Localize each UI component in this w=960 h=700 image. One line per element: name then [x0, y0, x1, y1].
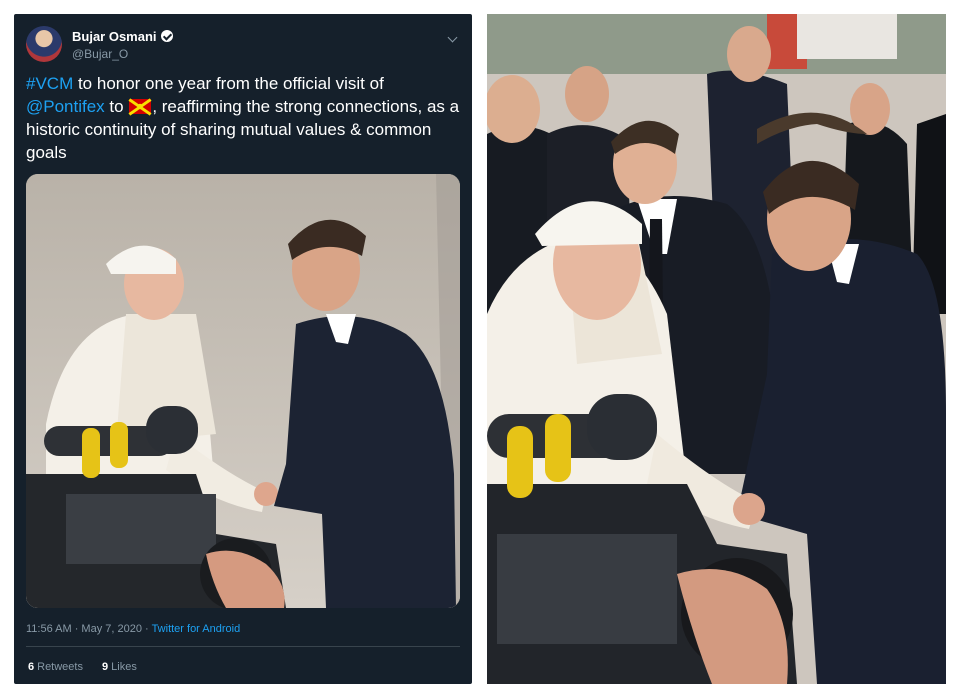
verified-badge-icon	[160, 30, 173, 42]
author-handle[interactable]: @Bujar_O	[72, 47, 128, 61]
flag-icon	[129, 99, 152, 114]
divider	[26, 646, 460, 647]
likes-count: 9	[102, 661, 109, 673]
group-photo	[487, 14, 946, 684]
hashtag-link[interactable]: #VCM	[26, 74, 73, 93]
retweets-stat[interactable]: 6 Retweets	[28, 661, 83, 673]
handshake-photo	[26, 174, 460, 608]
avatar[interactable]	[26, 26, 62, 62]
tweet-photo[interactable]	[26, 174, 460, 608]
retweets-label: Retweets	[37, 661, 83, 673]
tweet-text: #VCM to honor one year from the official…	[26, 72, 462, 164]
tweet-card: Bujar Osmani @Bujar_O #VCM to honor one …	[14, 14, 472, 684]
tweet-header: Bujar Osmani @Bujar_O	[26, 22, 460, 66]
source-link[interactable]: Twitter for Android	[152, 623, 241, 635]
likes-label: Likes	[111, 661, 137, 673]
tweet-text-part: to	[104, 97, 129, 116]
likes-stat[interactable]: 9 Likes	[102, 661, 137, 673]
tweet-meta: 11:56 AM · May 7, 2020 · Twitter for And…	[26, 623, 240, 635]
tweet-text-part: to honor one year from the official visi…	[73, 74, 384, 93]
author-name-row[interactable]: Bujar Osmani	[72, 29, 173, 44]
tweet-stats: 6 Retweets 9 Likes	[28, 661, 153, 673]
mention-link[interactable]: @Pontifex	[26, 97, 105, 116]
timestamp[interactable]: 11:56 AM · May 7, 2020 ·	[26, 623, 152, 635]
author-name[interactable]: Bujar Osmani	[72, 29, 157, 44]
chevron-down-icon[interactable]	[447, 32, 458, 43]
retweets-count: 6	[28, 661, 35, 673]
full-photo	[487, 14, 946, 684]
